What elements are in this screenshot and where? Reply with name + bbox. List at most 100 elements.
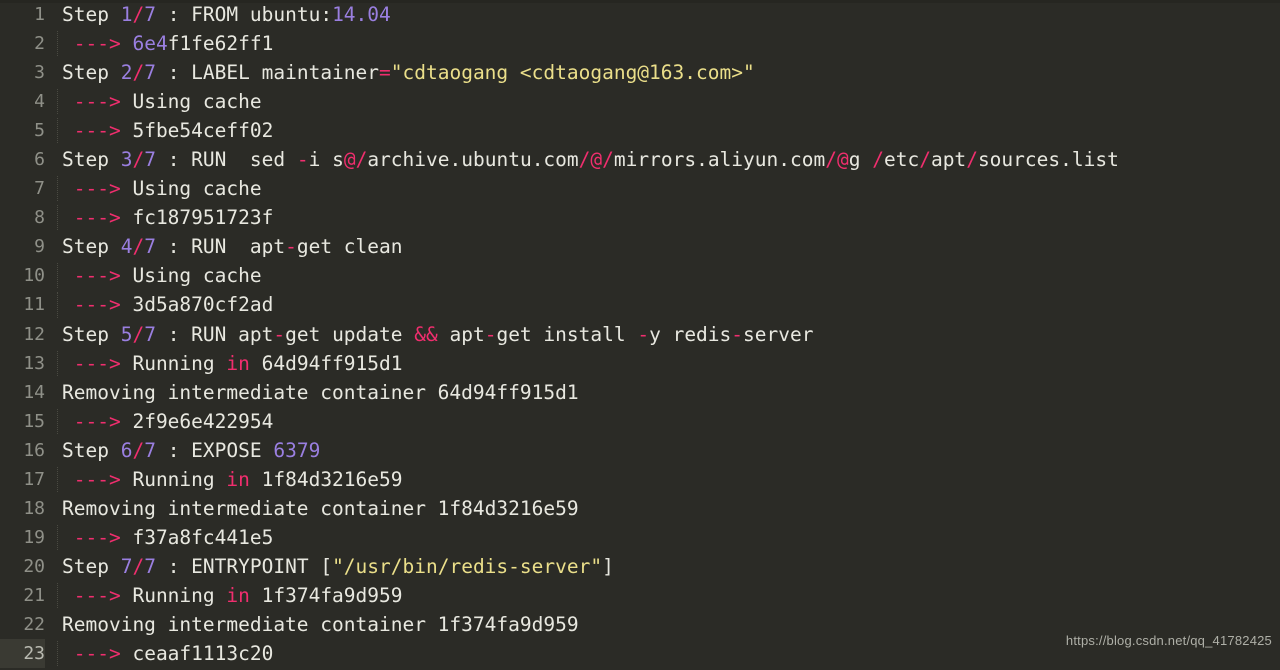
code-line-content[interactable]: ---> Running in 1f84d3216e59 bbox=[57, 465, 403, 494]
code-line[interactable]: 1 Step 1/7 : FROM ubuntu:14.04 bbox=[0, 0, 1280, 29]
code-token-arrow: ---> bbox=[73, 90, 121, 114]
code-token-op: / bbox=[132, 235, 145, 259]
code-token-num: 2 bbox=[120, 61, 133, 85]
code-token-plain: y redis bbox=[649, 322, 732, 346]
code-line[interactable]: 18 Removing intermediate container 1f84d3… bbox=[0, 494, 1280, 523]
code-token-plain: ceaaf1113c20 bbox=[120, 642, 274, 666]
code-line[interactable]: 15 ---> 2f9e6e422954 bbox=[0, 407, 1280, 436]
code-token-num: 7 bbox=[144, 554, 156, 578]
code-token-op: - bbox=[296, 148, 309, 172]
code-token-plain: Removing intermediate container 64d94ff9… bbox=[62, 380, 579, 404]
code-token-plain: etc bbox=[883, 148, 920, 172]
line-number: 14 bbox=[23, 381, 45, 403]
code-line-content[interactable]: ---> 5fbe54ceff02 bbox=[56, 116, 273, 145]
code-line-content[interactable]: Step 4/7 : RUN apt-get clean bbox=[62, 232, 403, 261]
code-line[interactable]: 12 Step 5/7 : RUN apt-get update && apt-g… bbox=[0, 320, 1280, 349]
line-number: 19 bbox=[23, 526, 45, 548]
code-token-plain: fc187951723f bbox=[120, 206, 274, 230]
code-line[interactable]: 7 ---> Using cache bbox=[0, 174, 1280, 203]
code-token-plain: Step bbox=[62, 235, 121, 259]
code-line-content[interactable]: ---> ceaaf1113c20 bbox=[56, 639, 274, 668]
line-number: 21 bbox=[23, 584, 45, 606]
code-line-content[interactable]: Step 7/7 : ENTRYPOINT ["/usr/bin/redis-s… bbox=[62, 552, 614, 581]
code-line-content[interactable]: ---> Using cache bbox=[57, 261, 262, 290]
code-token-op: - bbox=[637, 322, 650, 346]
code-line[interactable]: 16 Step 6/7 : EXPOSE 6379 bbox=[0, 436, 1280, 465]
code-token-plain: : RUN sed bbox=[155, 148, 297, 172]
code-token-op: / bbox=[919, 148, 931, 172]
code-token-plain: archive.ubuntu.com bbox=[367, 148, 579, 172]
code-token-plain: Using cache bbox=[120, 264, 262, 288]
code-line[interactable]: 11 ---> 3d5a870cf2ad bbox=[0, 290, 1280, 319]
code-line-content[interactable]: ---> Running in 1f374fa9d959 bbox=[57, 581, 403, 610]
code-token-plain: : ENTRYPOINT [ bbox=[155, 554, 333, 578]
code-token-op: && bbox=[414, 322, 438, 346]
code-line-content[interactable]: ---> fc187951723f bbox=[56, 203, 274, 232]
code-token-op: - bbox=[273, 322, 286, 346]
code-token-arrow: ---> bbox=[73, 119, 121, 143]
code-line-content[interactable]: ---> Using cache bbox=[57, 174, 262, 203]
code-token-arrow: ---> bbox=[73, 32, 121, 56]
line-number: 8 bbox=[34, 207, 45, 229]
code-line[interactable]: 21 ---> Running in 1f374fa9d959 bbox=[0, 581, 1280, 610]
code-line[interactable]: 19 ---> f37a8fc441e5 bbox=[0, 523, 1280, 552]
code-line[interactable]: 14 Removing intermediate container 64d94f… bbox=[0, 378, 1280, 407]
code-line-content[interactable]: Step 5/7 : RUN apt-get update && apt-get… bbox=[62, 320, 813, 349]
code-token-num: 1 bbox=[120, 3, 133, 26]
code-line[interactable]: 10 ---> Using cache bbox=[0, 261, 1280, 290]
code-line-content[interactable]: Removing intermediate container 64d94ff9… bbox=[62, 378, 579, 407]
code-line-content[interactable]: ---> Using cache bbox=[57, 87, 262, 116]
code-line[interactable]: 5 ---> 5fbe54ceff02 bbox=[0, 116, 1280, 145]
line-number: 4 bbox=[34, 91, 45, 113]
code-line-content[interactable]: ---> 3d5a870cf2ad bbox=[56, 290, 273, 319]
code-token-plain: 1f374fa9d959 bbox=[249, 583, 403, 607]
code-line-content[interactable]: ---> 6e4f1fe62ff1 bbox=[56, 29, 273, 58]
code-token-op: = bbox=[379, 61, 391, 85]
code-token-op: @ bbox=[590, 148, 603, 172]
code-token-num: 7 bbox=[144, 3, 156, 26]
code-line[interactable]: 6 Step 3/7 : RUN sed -i s@/archive.ubuntu… bbox=[0, 145, 1280, 174]
line-number: 10 bbox=[23, 265, 45, 287]
code-line[interactable]: 8 ---> fc187951723f bbox=[0, 203, 1280, 232]
code-token-num: 7 bbox=[144, 61, 156, 85]
code-token-plain: f37a8fc441e5 bbox=[120, 525, 274, 549]
code-line-content[interactable]: Step 3/7 : RUN sed -i s@/archive.ubuntu.… bbox=[62, 145, 1119, 174]
line-number: 13 bbox=[23, 352, 45, 374]
code-line-content[interactable]: Removing intermediate container 1f84d321… bbox=[62, 494, 579, 523]
code-token-op: / bbox=[966, 148, 978, 172]
code-line[interactable]: 9 Step 4/7 : RUN apt-get clean bbox=[0, 232, 1280, 261]
code-token-op: / bbox=[132, 438, 145, 462]
code-lines-container[interactable]: 1 Step 1/7 : FROM ubuntu:14.04 2 ---> 6e4f… bbox=[0, 0, 1280, 669]
code-line[interactable]: 17 ---> Running in 1f84d3216e59 bbox=[0, 465, 1280, 494]
code-line-content[interactable]: ---> f37a8fc441e5 bbox=[56, 523, 274, 552]
code-token-plain: get clean bbox=[296, 235, 403, 259]
code-line[interactable]: 13 ---> Running in 64d94ff915d1 bbox=[0, 349, 1280, 378]
line-number: 2 bbox=[34, 33, 45, 55]
code-line[interactable]: 3 Step 2/7 : LABEL maintainer="cdtaogang … bbox=[0, 58, 1280, 87]
code-line-content[interactable]: Removing intermediate container 1f374fa9… bbox=[62, 610, 579, 639]
code-line-content[interactable]: Step 1/7 : FROM ubuntu:14.04 bbox=[62, 0, 391, 29]
line-number: 7 bbox=[34, 178, 45, 200]
code-token-num: 4 bbox=[120, 235, 133, 259]
line-number: 1 bbox=[34, 4, 45, 25]
code-line-content[interactable]: ---> 2f9e6e422954 bbox=[56, 407, 273, 436]
code-token-arrow: ---> bbox=[73, 467, 121, 491]
code-token-op: - bbox=[285, 235, 297, 259]
code-line[interactable]: 4 ---> Using cache bbox=[0, 87, 1280, 116]
code-token-arrow: ---> bbox=[73, 409, 121, 433]
code-token-op: @ bbox=[836, 148, 849, 172]
code-line[interactable]: 2 ---> 6e4f1fe62ff1 bbox=[0, 29, 1280, 58]
code-line-content[interactable]: Step 2/7 : LABEL maintainer="cdtaogang <… bbox=[62, 58, 755, 87]
line-number: 11 bbox=[23, 294, 45, 316]
code-line-content[interactable]: ---> Running in 64d94ff915d1 bbox=[57, 349, 403, 378]
code-line[interactable]: 20 Step 7/7 : ENTRYPOINT ["/usr/bin/redis… bbox=[0, 552, 1280, 581]
code-token-op: / bbox=[602, 148, 614, 172]
code-line-content[interactable]: Step 6/7 : EXPOSE 6379 bbox=[62, 436, 320, 465]
code-editor[interactable]: 1 Step 1/7 : FROM ubuntu:14.04 2 ---> 6e4f… bbox=[0, 0, 1280, 670]
code-token-plain: : EXPOSE bbox=[155, 438, 274, 462]
code-token-arrow: ---> bbox=[73, 583, 121, 607]
